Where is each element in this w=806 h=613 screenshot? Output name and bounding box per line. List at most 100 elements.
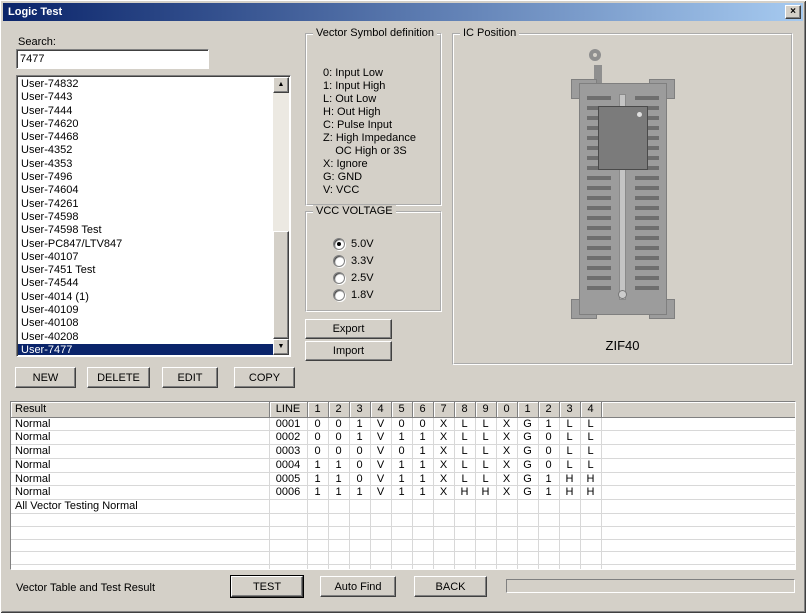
list-item[interactable]: User-74620 <box>18 118 273 131</box>
list-item[interactable]: User-4352 <box>18 144 273 157</box>
table-row[interactable] <box>11 565 795 570</box>
auto-find-button[interactable]: Auto Find <box>320 576 396 597</box>
table-header-cell: 1 <box>517 402 538 417</box>
pin-cell <box>517 500 538 514</box>
pin-cell: L <box>454 458 475 472</box>
list-item[interactable]: User-7451 Test <box>18 264 273 277</box>
parts-listbox: User-74832User-7443User-7444User-74620Us… <box>16 75 291 357</box>
pin-cell: 0 <box>307 431 328 445</box>
table-row[interactable]: Normal0004110V11XLLXG0LL <box>11 458 795 472</box>
table-row[interactable] <box>11 526 795 539</box>
pin-cell: 0 <box>349 445 370 459</box>
table-row[interactable]: Normal0001001V00XLLXG1LL <box>11 417 795 431</box>
pin-cell <box>433 500 454 514</box>
list-item[interactable]: User-7477 <box>18 344 273 355</box>
radio-icon[interactable] <box>333 238 345 250</box>
table-header-cell: 8 <box>454 402 475 417</box>
copy-button[interactable]: COPY <box>234 367 295 388</box>
pin-cell: L <box>454 472 475 486</box>
list-item[interactable]: User-40109 <box>18 304 273 317</box>
list-item[interactable]: User-40107 <box>18 251 273 264</box>
pin-cell: H <box>580 472 601 486</box>
list-item[interactable]: User-4353 <box>18 158 273 171</box>
table-row[interactable]: Normal0006111V11XHHXG1HH <box>11 486 795 500</box>
list-item[interactable]: User-74598 Test <box>18 224 273 237</box>
new-button[interactable]: NEW <box>15 367 76 388</box>
scroll-up-button[interactable]: ▲ <box>273 77 289 93</box>
vcc-option[interactable]: 3.3V <box>333 252 374 269</box>
pin-cell <box>391 514 412 527</box>
list-item[interactable]: User-74604 <box>18 184 273 197</box>
table-row[interactable] <box>11 514 795 527</box>
pin-cell <box>307 514 328 527</box>
line-cell: 0005 <box>269 472 307 486</box>
table-row[interactable]: Normal0002001V11XLLXG0LL <box>11 431 795 445</box>
radio-icon[interactable] <box>333 289 345 301</box>
pin-cell <box>328 514 349 527</box>
pin-cell: H <box>559 472 580 486</box>
vector-symbol-title: Vector Symbol definition <box>313 27 437 39</box>
list-item[interactable]: User-7496 <box>18 171 273 184</box>
list-item[interactable]: User-7443 <box>18 91 273 104</box>
pin-cell <box>454 514 475 527</box>
radio-icon[interactable] <box>333 272 345 284</box>
pin-cell <box>328 565 349 570</box>
pin-cell: 0 <box>391 417 412 431</box>
table-row[interactable] <box>11 539 795 552</box>
export-button[interactable]: Export <box>305 319 392 339</box>
close-button[interactable]: × <box>785 5 801 19</box>
table-row[interactable] <box>11 552 795 565</box>
pin-cell: X <box>496 486 517 500</box>
pin-cell: 0 <box>391 445 412 459</box>
pin-cell: L <box>580 417 601 431</box>
back-button[interactable]: BACK <box>414 576 487 597</box>
pin-cell: 0 <box>328 445 349 459</box>
pin-cell: 1 <box>349 417 370 431</box>
vector-symbol-line: 0: Input Low <box>323 67 436 80</box>
list-item[interactable]: User-PC847/LTV847 <box>18 238 273 251</box>
table-header-filler <box>601 402 795 417</box>
vcc-option[interactable]: 1.8V <box>333 286 374 303</box>
list-item[interactable]: User-74468 <box>18 131 273 144</box>
radio-icon[interactable] <box>333 255 345 267</box>
vector-symbol-line: C: Pulse Input <box>323 119 436 132</box>
pin-cell <box>475 539 496 552</box>
pin-cell <box>538 552 559 565</box>
list-scrollbar[interactable]: ▲ ▼ <box>273 77 289 355</box>
list-item[interactable]: User-74544 <box>18 277 273 290</box>
scrollbar-thumb[interactable] <box>273 231 289 339</box>
list-item[interactable]: User-40208 <box>18 331 273 344</box>
list-item[interactable]: User-4014 (1) <box>18 291 273 304</box>
list-item[interactable]: User-40108 <box>18 317 273 330</box>
vcc-option[interactable]: 2.5V <box>333 269 374 286</box>
table-row[interactable]: Normal0005110V11XLLXG1HH <box>11 472 795 486</box>
progress-bar <box>506 579 795 593</box>
pin-cell <box>307 539 328 552</box>
table-row[interactable]: Normal0003000V01XLLXG0LL <box>11 445 795 459</box>
pin-cell <box>412 514 433 527</box>
list-item[interactable]: User-74598 <box>18 211 273 224</box>
search-input[interactable] <box>16 49 209 69</box>
pin-cell: 0 <box>307 445 328 459</box>
pin-cell: 1 <box>391 431 412 445</box>
list-item[interactable]: User-74832 <box>18 78 273 91</box>
vcc-option-label: 5.0V <box>351 238 374 250</box>
table-header-cell: 0 <box>496 402 517 417</box>
vcc-option[interactable]: 5.0V <box>333 235 374 252</box>
import-button[interactable]: Import <box>305 341 392 361</box>
scroll-down-button[interactable]: ▼ <box>273 339 289 355</box>
window-title: Logic Test <box>8 6 62 18</box>
pin-cell: G <box>517 458 538 472</box>
list-item[interactable]: User-7444 <box>18 105 273 118</box>
table-row[interactable]: All Vector Testing Normal <box>11 500 795 514</box>
list-item[interactable]: User-74261 <box>18 198 273 211</box>
pin-cell: 0 <box>412 417 433 431</box>
vcc-option-label: 1.8V <box>351 289 374 301</box>
pin-cell <box>412 500 433 514</box>
pin-cell: 0 <box>538 458 559 472</box>
edit-button[interactable]: EDIT <box>162 367 218 388</box>
delete-button[interactable]: DELETE <box>87 367 150 388</box>
pin-cell <box>307 500 328 514</box>
result-cell <box>11 514 269 527</box>
test-button[interactable]: TEST <box>231 576 303 597</box>
